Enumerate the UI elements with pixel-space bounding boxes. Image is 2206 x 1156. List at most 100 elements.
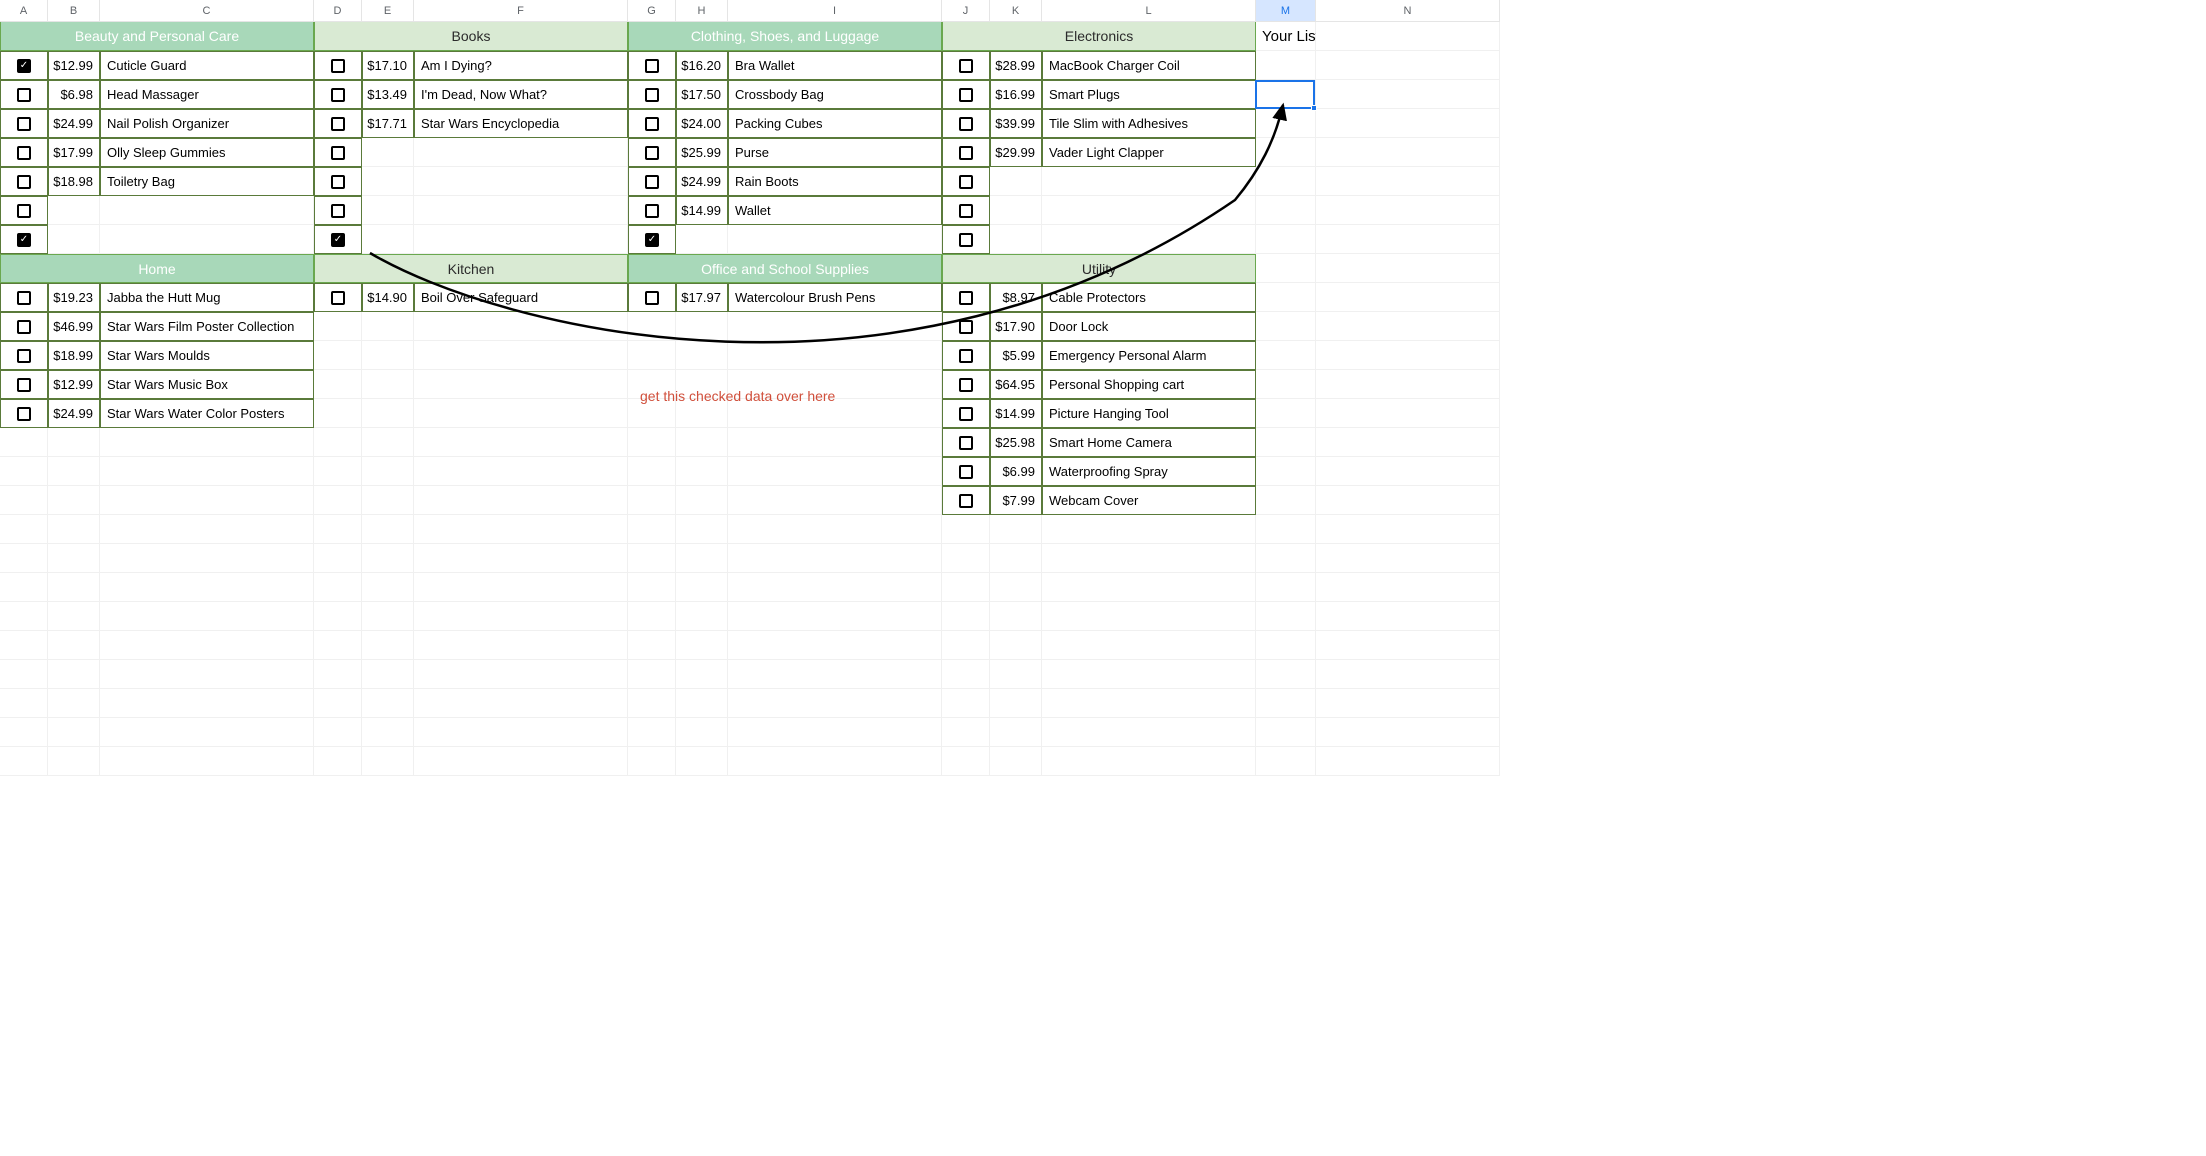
empty-cell[interactable] — [1256, 573, 1316, 602]
empty-cell[interactable] — [1256, 515, 1316, 544]
item-checkbox-cell[interactable] — [942, 283, 990, 312]
item-checkbox-cell[interactable] — [942, 312, 990, 341]
empty-cell[interactable] — [0, 747, 48, 776]
trailing-checkbox-cell[interactable] — [0, 196, 48, 225]
empty-cell[interactable] — [100, 747, 314, 776]
column-header-A[interactable]: A — [0, 0, 48, 21]
empty-cell[interactable] — [676, 660, 728, 689]
checkbox-electronics-t2[interactable] — [959, 233, 973, 247]
empty-cell[interactable] — [48, 689, 100, 718]
item-checkbox-cell[interactable] — [0, 399, 48, 428]
checkbox-utility-5[interactable] — [959, 436, 973, 450]
item-checkbox-cell[interactable] — [0, 341, 48, 370]
empty-cell[interactable] — [1256, 660, 1316, 689]
column-header-B[interactable]: B — [48, 0, 100, 21]
cell-M-1[interactable] — [1256, 51, 1316, 80]
item-checkbox-cell[interactable] — [942, 341, 990, 370]
category-header-electronics[interactable]: Electronics — [942, 22, 1256, 51]
column-header-N[interactable]: N — [1316, 0, 1500, 21]
item-checkbox-cell[interactable] — [0, 167, 48, 196]
empty-cell[interactable] — [0, 515, 48, 544]
empty-cell[interactable] — [728, 515, 942, 544]
empty-cell[interactable] — [728, 631, 942, 660]
empty-cell[interactable] — [0, 544, 48, 573]
item-checkbox-cell[interactable] — [0, 312, 48, 341]
empty-cell[interactable] — [942, 689, 990, 718]
cell-M-6[interactable] — [1256, 196, 1316, 225]
cell-N-12[interactable] — [1316, 370, 1500, 399]
empty-cell[interactable] — [628, 602, 676, 631]
empty-cell[interactable] — [362, 544, 414, 573]
empty-cell[interactable] — [628, 457, 676, 486]
trailing-checkbox-cell[interactable] — [314, 225, 362, 254]
cell-M-13[interactable] — [1256, 399, 1316, 428]
empty-cell[interactable] — [100, 718, 314, 747]
item-checkbox-cell[interactable] — [942, 399, 990, 428]
item-checkbox-cell[interactable] — [942, 51, 990, 80]
trailing-checkbox-cell[interactable] — [0, 225, 48, 254]
trailing-checkbox-cell[interactable] — [628, 225, 676, 254]
empty-cell[interactable] — [314, 341, 362, 370]
empty-cell[interactable] — [362, 515, 414, 544]
empty-cell[interactable] — [100, 602, 314, 631]
item-checkbox-cell[interactable] — [942, 370, 990, 399]
empty-cell[interactable] — [990, 747, 1042, 776]
item-checkbox-cell[interactable] — [628, 80, 676, 109]
cell-N-13[interactable] — [1316, 399, 1500, 428]
empty-cell[interactable] — [48, 544, 100, 573]
empty-cell[interactable] — [100, 660, 314, 689]
empty-cell[interactable] — [990, 602, 1042, 631]
empty-cell[interactable] — [628, 573, 676, 602]
empty-cell[interactable] — [1316, 718, 1500, 747]
empty-cell[interactable] — [628, 631, 676, 660]
item-checkbox-cell[interactable] — [628, 109, 676, 138]
empty-cell[interactable] — [314, 602, 362, 631]
cell-M-3[interactable] — [1256, 109, 1316, 138]
empty-cell[interactable] — [1316, 689, 1500, 718]
empty-cell[interactable] — [0, 631, 48, 660]
empty-cell[interactable] — [1042, 602, 1256, 631]
item-checkbox-cell[interactable] — [628, 138, 676, 167]
item-checkbox-cell[interactable] — [942, 80, 990, 109]
empty-cell[interactable] — [628, 486, 676, 515]
checkbox-books-t1[interactable] — [331, 175, 345, 189]
checkbox-clothing-3[interactable] — [645, 146, 659, 160]
checkbox-clothing-0[interactable] — [645, 59, 659, 73]
empty-cell[interactable] — [48, 631, 100, 660]
spreadsheet-grid[interactable]: ABCDEFGHIJKLMN Beauty and Personal CareB… — [0, 0, 1500, 776]
column-header-C[interactable]: C — [100, 0, 314, 21]
cell-M-header-1[interactable] — [1256, 254, 1316, 283]
checkbox-clothing-5[interactable] — [645, 204, 659, 218]
item-checkbox-cell[interactable] — [314, 283, 362, 312]
checkbox-books-t0[interactable] — [331, 146, 345, 160]
empty-cell[interactable] — [628, 544, 676, 573]
category-header-books[interactable]: Books — [314, 22, 628, 51]
cell-M-15[interactable] — [1256, 457, 1316, 486]
empty-cell[interactable] — [314, 689, 362, 718]
empty-cell[interactable] — [990, 631, 1042, 660]
trailing-checkbox-cell[interactable] — [942, 167, 990, 196]
empty-cell[interactable] — [1042, 573, 1256, 602]
cell-M-10[interactable] — [1256, 312, 1316, 341]
item-checkbox-cell[interactable] — [0, 51, 48, 80]
cell-N-5[interactable] — [1316, 167, 1500, 196]
checkbox-home-0[interactable] — [17, 291, 31, 305]
empty-cell[interactable] — [362, 602, 414, 631]
checkbox-beauty-t1[interactable] — [17, 233, 31, 247]
empty-cell[interactable] — [942, 718, 990, 747]
item-checkbox-cell[interactable] — [942, 428, 990, 457]
cell-M-7[interactable] — [1256, 225, 1316, 254]
empty-cell[interactable] — [1256, 631, 1316, 660]
empty-cell[interactable] — [628, 689, 676, 718]
empty-cell[interactable] — [362, 573, 414, 602]
empty-cell[interactable] — [676, 602, 728, 631]
category-header-beauty[interactable]: Beauty and Personal Care — [0, 22, 314, 51]
checkbox-beauty-0[interactable] — [17, 59, 31, 73]
empty-cell[interactable] — [990, 573, 1042, 602]
empty-cell[interactable] — [676, 747, 728, 776]
empty-cell[interactable] — [0, 602, 48, 631]
category-header-clothing[interactable]: Clothing, Shoes, and Luggage — [628, 22, 942, 51]
cell-N-4[interactable] — [1316, 138, 1500, 167]
cell-M-11[interactable] — [1256, 341, 1316, 370]
empty-cell[interactable] — [1256, 602, 1316, 631]
